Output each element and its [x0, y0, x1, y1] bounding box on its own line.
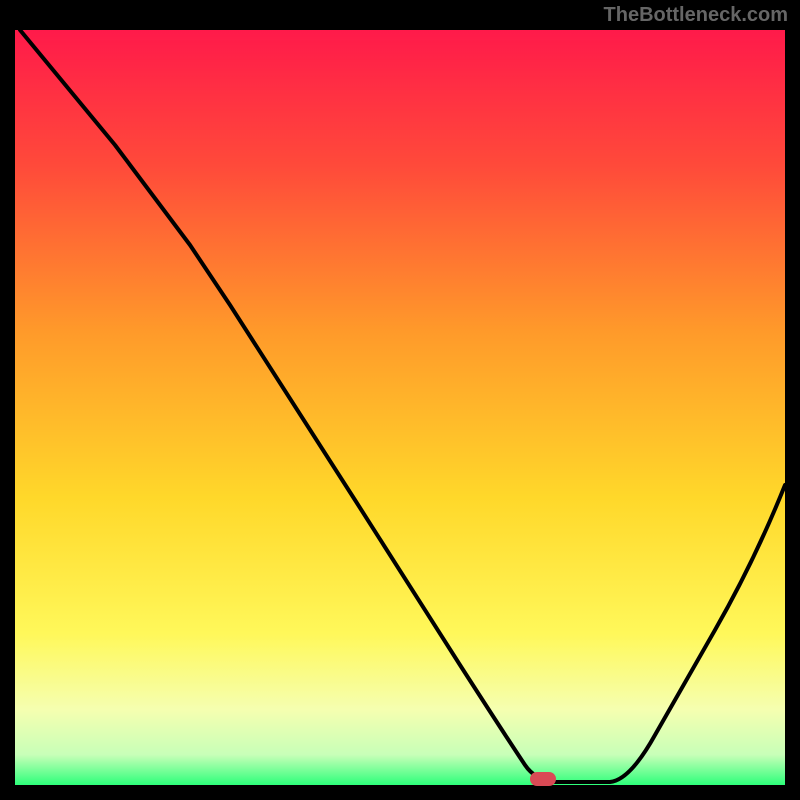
optimum-marker: [530, 772, 556, 786]
chart-frame: [15, 30, 785, 785]
bottleneck-curve: [15, 30, 785, 785]
curve-path: [20, 30, 785, 782]
watermark-text: TheBottleneck.com: [604, 4, 788, 27]
